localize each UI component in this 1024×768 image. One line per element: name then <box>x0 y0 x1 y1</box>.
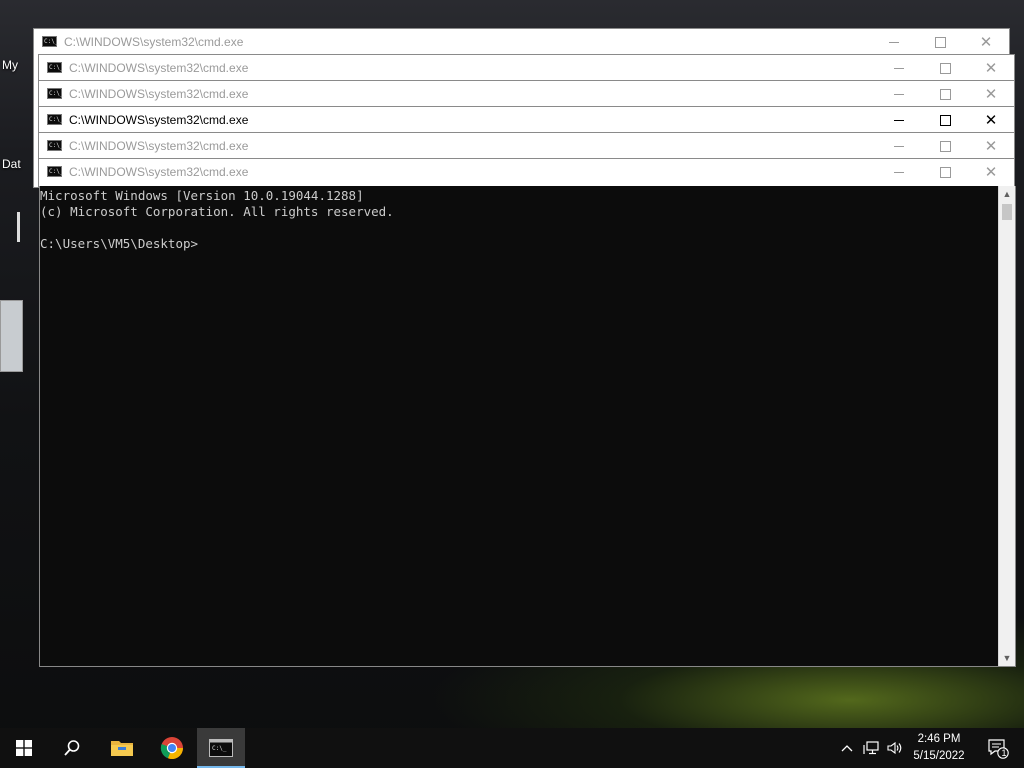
show-hidden-icons-button[interactable] <box>836 728 858 768</box>
console-line: Microsoft Windows [Version 10.0.19044.12… <box>40 188 364 203</box>
window-title: C:\WINDOWS\system32\cmd.exe <box>69 165 249 179</box>
network-button[interactable] <box>860 728 882 768</box>
taskbar-chrome[interactable] <box>148 728 196 768</box>
minimize-button[interactable] <box>876 159 922 185</box>
maximize-button[interactable] <box>917 29 963 55</box>
desktop-icon-label-dat[interactable]: Dat <box>2 157 21 171</box>
cmd-icon: C:\_ <box>209 739 233 757</box>
title-bar[interactable]: C:\WINDOWS\system32\cmd.exe ✕ <box>39 55 1014 81</box>
console-prompt: C:\Users\VM5\Desktop> <box>40 236 199 251</box>
close-button[interactable]: ✕ <box>968 107 1014 133</box>
taskbar-cmd[interactable]: C:\_ <box>197 728 245 768</box>
close-icon: ✕ <box>979 33 993 51</box>
cmd-window-6[interactable]: C:\WINDOWS\system32\cmd.exe ✕ <box>38 158 1015 188</box>
speaker-icon <box>887 741 902 755</box>
cmd-icon <box>47 88 63 99</box>
maximize-icon <box>939 88 951 100</box>
cmd-icon <box>47 62 63 73</box>
search-icon <box>64 740 80 756</box>
minimize-icon <box>894 119 904 121</box>
minimize-button[interactable] <box>876 55 922 81</box>
close-icon: ✕ <box>984 111 998 129</box>
vertical-scrollbar[interactable]: ▲ ▼ <box>998 186 1015 666</box>
maximize-button[interactable] <box>922 133 968 159</box>
cmd-icon <box>47 140 63 151</box>
title-bar[interactable]: C:\WINDOWS\system32\cmd.exe ✕ <box>39 133 1014 159</box>
notification-count-badge: 1 <box>1001 748 1007 758</box>
desktop-icon-fragment <box>17 212 20 242</box>
close-button[interactable]: ✕ <box>968 159 1014 185</box>
start-button[interactable] <box>0 728 48 768</box>
minimize-icon <box>894 67 904 69</box>
desktop-app-window-fragment[interactable] <box>0 300 23 372</box>
scrollbar-thumb[interactable] <box>1002 204 1012 220</box>
cmd-icon <box>42 36 58 47</box>
console-output-area[interactable]: Microsoft Windows [Version 10.0.19044.12… <box>39 186 1016 667</box>
maximize-icon <box>934 36 946 48</box>
close-button[interactable]: ✕ <box>968 81 1014 107</box>
cmd-icon <box>47 114 63 125</box>
scroll-down-arrow-icon[interactable]: ▼ <box>999 650 1015 666</box>
minimize-icon <box>894 171 904 173</box>
console-text[interactable]: Microsoft Windows [Version 10.0.19044.12… <box>40 188 394 252</box>
clock[interactable]: 2:46 PM 5/15/2022 <box>906 731 972 765</box>
taskbar-file-explorer[interactable] <box>98 728 146 768</box>
maximize-button[interactable] <box>922 81 968 107</box>
search-button[interactable] <box>48 728 96 768</box>
close-icon: ✕ <box>984 137 998 155</box>
maximize-button[interactable] <box>922 55 968 81</box>
close-icon: ✕ <box>984 85 998 103</box>
maximize-button[interactable] <box>922 159 968 185</box>
taskbar: C:\_ 2:46 PM 5/15/2022 1 <box>0 728 1024 768</box>
close-button[interactable]: ✕ <box>968 133 1014 159</box>
window-title: C:\WINDOWS\system32\cmd.exe <box>69 61 249 75</box>
title-bar[interactable]: C:\WINDOWS\system32\cmd.exe ✕ <box>34 29 1009 55</box>
close-icon: ✕ <box>984 59 998 77</box>
windows-start-icon <box>16 740 32 756</box>
maximize-button[interactable] <box>922 107 968 133</box>
window-title: C:\WINDOWS\system32\cmd.exe <box>64 35 244 49</box>
console-line: (c) Microsoft Corporation. All rights re… <box>40 204 394 219</box>
chevron-up-icon <box>841 745 853 752</box>
minimize-icon <box>894 93 904 95</box>
close-icon: ✕ <box>984 163 998 181</box>
maximize-icon <box>939 62 951 74</box>
minimize-button[interactable] <box>876 81 922 107</box>
svg-text:C:\_: C:\_ <box>212 745 227 752</box>
close-button[interactable]: ✕ <box>963 29 1009 55</box>
minimize-icon <box>889 41 899 43</box>
maximize-icon <box>939 166 951 178</box>
window-title: C:\WINDOWS\system32\cmd.exe <box>69 87 249 101</box>
chrome-icon <box>160 737 184 760</box>
network-icon <box>863 741 879 755</box>
title-bar[interactable]: C:\WINDOWS\system32\cmd.exe ✕ <box>39 81 1014 107</box>
minimize-button[interactable] <box>876 133 922 159</box>
desktop-icon-label-my[interactable]: My <box>2 58 18 72</box>
maximize-icon <box>939 140 951 152</box>
file-explorer-icon <box>111 741 133 756</box>
volume-button[interactable] <box>884 728 906 768</box>
maximize-icon <box>939 114 951 126</box>
minimize-button[interactable] <box>871 29 917 55</box>
window-title: C:\WINDOWS\system32\cmd.exe <box>69 139 249 153</box>
clock-date: 5/15/2022 <box>913 750 965 762</box>
minimize-button[interactable] <box>876 107 922 133</box>
close-button[interactable]: ✕ <box>968 55 1014 81</box>
title-bar[interactable]: C:\WINDOWS\system32\cmd.exe ✕ <box>39 159 1014 185</box>
scroll-up-arrow-icon[interactable]: ▲ <box>999 186 1015 202</box>
clock-time: 2:46 PM <box>917 733 961 745</box>
action-center-button[interactable]: 1 <box>978 728 1018 768</box>
cmd-icon <box>47 166 63 177</box>
minimize-icon <box>894 145 904 147</box>
window-title: C:\WINDOWS\system32\cmd.exe <box>69 113 249 127</box>
title-bar[interactable]: C:\WINDOWS\system32\cmd.exe ✕ <box>39 107 1014 133</box>
